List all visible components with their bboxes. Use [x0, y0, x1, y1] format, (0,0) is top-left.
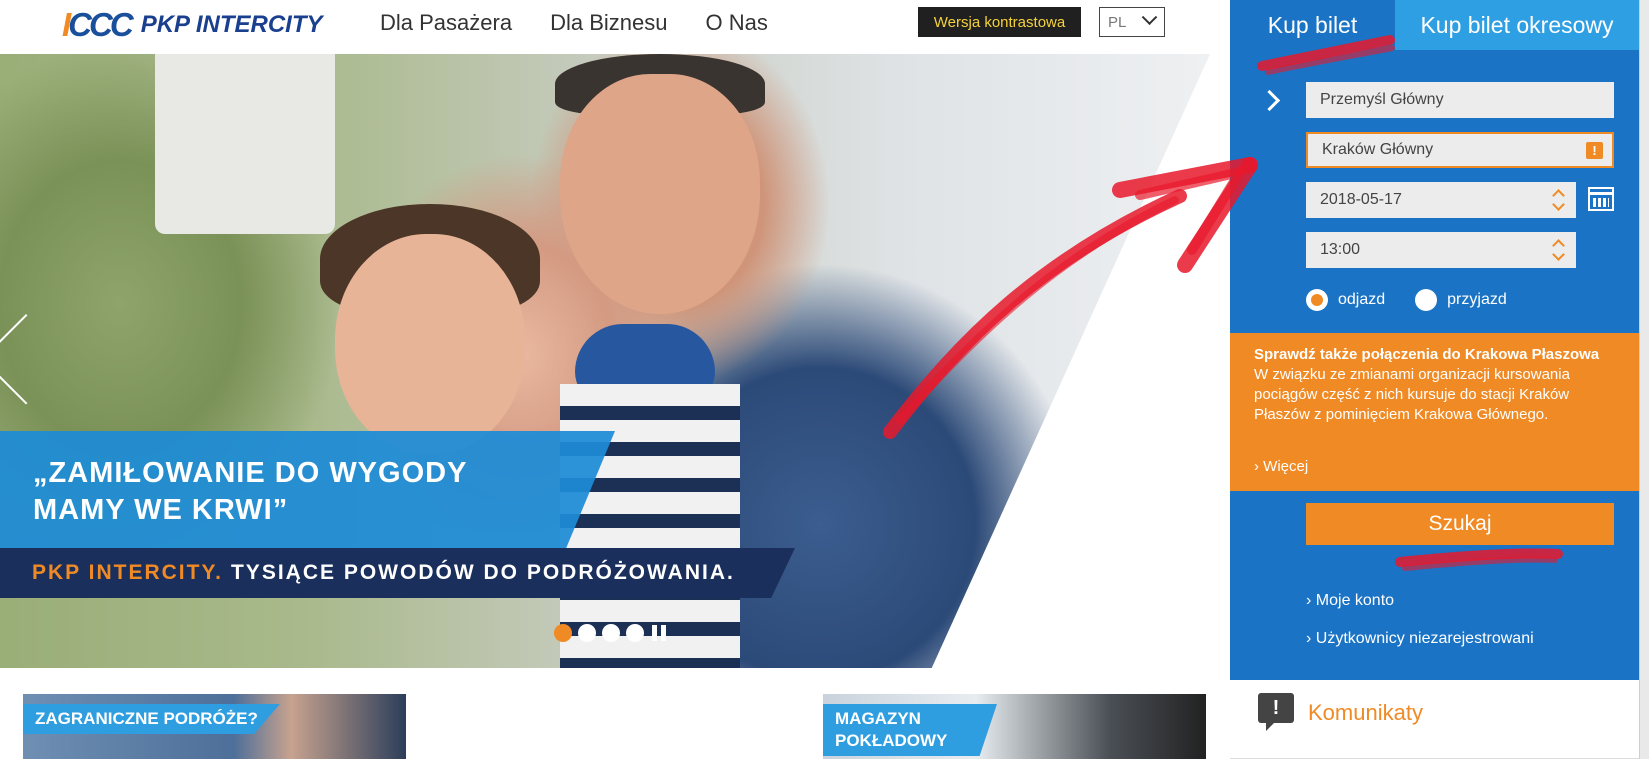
hero-quote-line1: „ZAMIŁOWANIE DO WYGODY	[33, 457, 468, 489]
chevron-down-icon	[1141, 9, 1158, 26]
my-account-label: Moje konto	[1315, 592, 1395, 609]
hero-quote: „ZAMIŁOWANIE DO WYGODY MAMY WE KRWI”	[33, 455, 593, 529]
time-value: 13:00	[1320, 241, 1361, 258]
logo-mark: ICCC	[62, 6, 134, 44]
logo-mark-c3: C	[109, 6, 134, 43]
slider-dot-1[interactable]	[554, 624, 572, 642]
promo-tile-magazine-line1: MAGAZYN	[835, 709, 921, 728]
language-value: PL	[1108, 13, 1127, 31]
from-station-input[interactable]: Przemyśl Główny	[1306, 82, 1614, 118]
promo-tile-international[interactable]: ZAGRANICZNE PODRÓŻE?	[23, 694, 406, 759]
radio-arrival-label[interactable]: przyjazd	[1447, 291, 1507, 309]
tagline-text: TYSIĄCE POWODÓW DO PODRÓŻOWANIA.	[230, 561, 735, 584]
slider-dot-4[interactable]	[626, 624, 644, 642]
radio-departure-label[interactable]: odjazd	[1338, 291, 1385, 309]
promo-tile-magazine-line2: POKŁADOWY	[835, 731, 948, 750]
notice-title: Sprawdź także połączenia do Krakowa Płas…	[1254, 346, 1600, 363]
alert-speech-icon: !	[1258, 693, 1294, 731]
departure-arrival-toggle: odjazd przyjazd	[1306, 289, 1537, 311]
hero-quote-banner: „ZAMIŁOWANIE DO WYGODY MAMY WE KRWI”	[0, 431, 615, 549]
contrast-version-button[interactable]: Wersja kontrastowa	[918, 7, 1081, 37]
hero-slider: „ZAMIŁOWANIE DO WYGODY MAMY WE KRWI” PKP…	[0, 54, 1230, 668]
to-station-input[interactable]: Kraków Główny !	[1306, 132, 1614, 168]
notice-body: W związku ze zmianami organizacji kursow…	[1254, 366, 1570, 423]
date-value: 2018-05-17	[1320, 191, 1402, 208]
to-station-value: Kraków Główny	[1322, 141, 1434, 158]
main-nav: Dla Pasażera Dla Biznesu O Nas	[380, 10, 768, 36]
notice-box: Sprawdź także połączenia do Krakowa Płas…	[1230, 333, 1639, 491]
nav-passenger[interactable]: Dla Pasażera	[380, 10, 512, 36]
radio-arrival[interactable]	[1415, 289, 1438, 311]
promo-tile-magazine-label: MAGAZYN POKŁADOWY	[823, 704, 997, 756]
unregistered-users-link[interactable]: › Użytkownicy niezarejestrowani	[1306, 630, 1534, 648]
slider-dots	[554, 624, 666, 642]
hero-photo-man-face	[560, 74, 760, 314]
hero-tagline: PKP INTERCITY. TYSIĄCE POWODÓW DO PODRÓŻ…	[0, 548, 795, 598]
tab-buy-period-ticket[interactable]: Kup bilet okresowy	[1395, 0, 1639, 50]
pause-icon-bar-right	[661, 625, 666, 641]
logo-mark-c2: C	[89, 6, 113, 43]
hero-quote-line2: MAMY WE KRWI”	[33, 494, 289, 526]
time-input[interactable]: 13:00	[1306, 232, 1576, 268]
announcements-link[interactable]: Komunikaty	[1308, 700, 1423, 726]
nav-about[interactable]: O Nas	[705, 10, 767, 36]
pause-icon[interactable]	[652, 625, 666, 641]
calendar-icon[interactable]	[1588, 187, 1614, 211]
date-spinner-icon[interactable]	[1552, 187, 1564, 213]
chevron-right-icon[interactable]	[1262, 90, 1282, 110]
site-header: ICCC PKP INTERCITY Dla Pasażera Dla Bizn…	[0, 0, 1230, 54]
slider-dot-3[interactable]	[602, 624, 620, 642]
logo-text: PKP INTERCITY	[140, 11, 323, 38]
pkp-intercity-logo[interactable]: ICCC PKP INTERCITY	[62, 5, 323, 45]
slider-prev-arrow-icon[interactable]	[14, 314, 74, 374]
tagline-brand: PKP INTERCITY.	[32, 561, 223, 584]
notice-more-label: Więcej	[1263, 458, 1309, 475]
unregistered-users-label: Użytkownicy niezarejestrowani	[1315, 630, 1534, 647]
warning-icon: !	[1586, 142, 1603, 159]
logo-mark-c: C	[68, 6, 92, 43]
time-spinner-icon[interactable]	[1552, 237, 1564, 263]
seat-headrest	[155, 54, 335, 234]
hero-photo-child-face	[335, 234, 525, 454]
slider-dot-2[interactable]	[578, 624, 596, 642]
promo-tile-international-label: ZAGRANICZNE PODRÓŻE?	[23, 704, 280, 734]
announcements-section: ! Komunikaty	[1230, 680, 1639, 759]
slider-next-arrow-icon[interactable]	[1155, 324, 1195, 384]
search-button[interactable]: Szukaj	[1306, 503, 1614, 545]
tab-buy-ticket[interactable]: Kup bilet	[1230, 0, 1395, 50]
language-select[interactable]: PL	[1099, 7, 1165, 37]
page-scrollbar[interactable]	[1639, 0, 1649, 759]
pause-icon-bar-left	[652, 625, 657, 641]
notice-more-link[interactable]: › Więcej	[1254, 457, 1308, 477]
date-input[interactable]: 2018-05-17	[1306, 182, 1576, 218]
nav-business[interactable]: Dla Biznesu	[550, 10, 667, 36]
radio-departure[interactable]	[1306, 289, 1328, 311]
my-account-link[interactable]: › Moje konto	[1306, 592, 1394, 610]
promo-tile-magazine[interactable]: MAGAZYN POKŁADOWY	[823, 694, 1206, 759]
